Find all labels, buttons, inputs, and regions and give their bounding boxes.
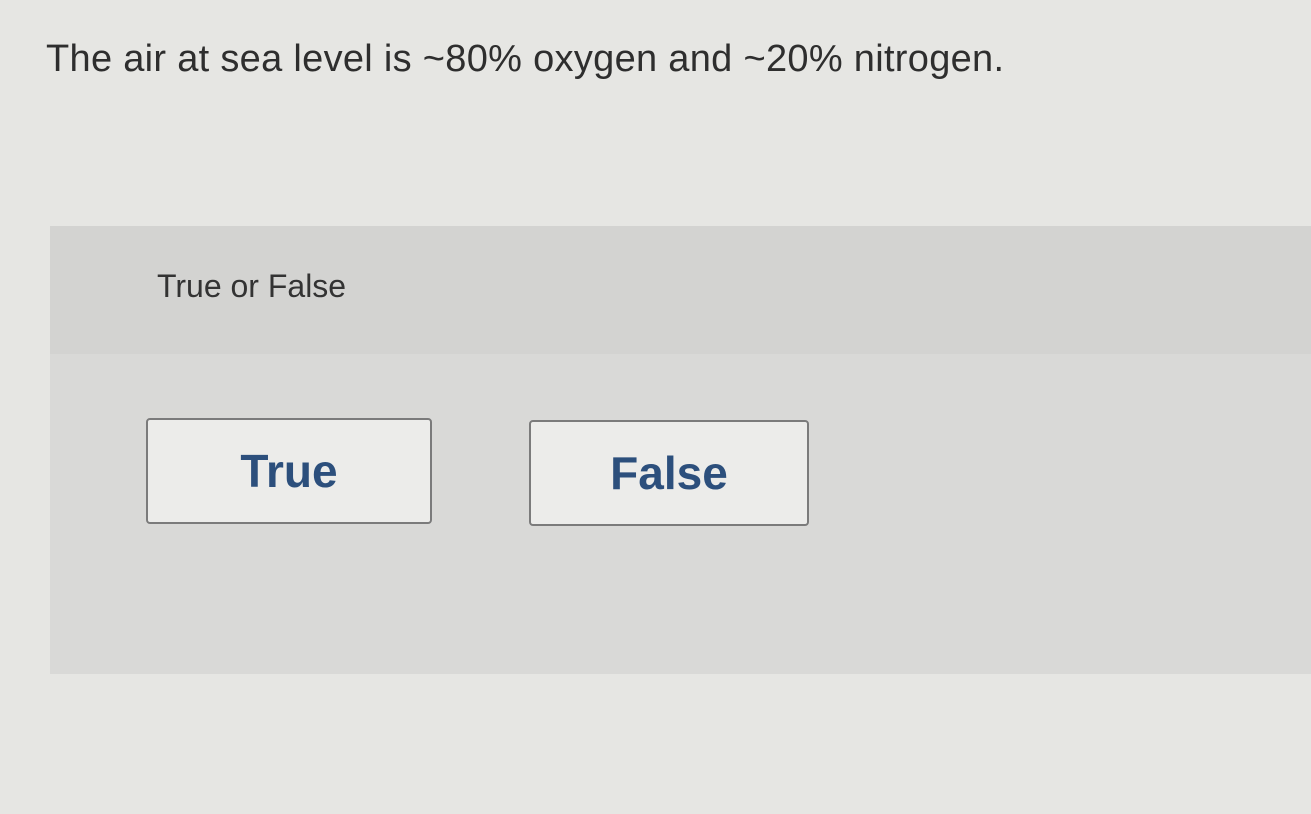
- question-text: The air at sea level is ~80% oxygen and …: [46, 38, 1005, 80]
- false-button[interactable]: False: [529, 420, 809, 526]
- true-button[interactable]: True: [146, 418, 432, 524]
- answer-panel: True or False True False: [50, 226, 1311, 674]
- panel-header: True or False: [50, 226, 1311, 354]
- instruction-label: True or False: [157, 268, 347, 304]
